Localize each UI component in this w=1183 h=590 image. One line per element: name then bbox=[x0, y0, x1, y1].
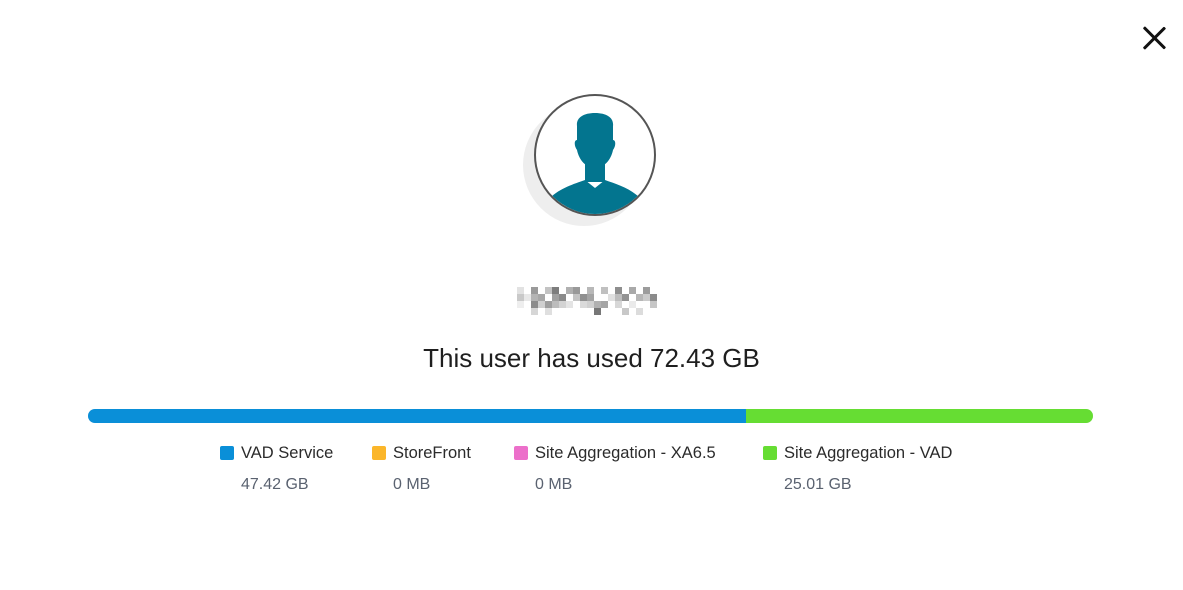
legend-swatch bbox=[372, 446, 386, 460]
username-redacted bbox=[515, 287, 657, 316]
bar-segment-vad-service bbox=[88, 409, 746, 423]
usage-legend: VAD Service 47.42 GB StoreFront 0 MB Sit… bbox=[0, 443, 1183, 503]
legend-label: Site Aggregation - VAD bbox=[784, 443, 953, 462]
user-avatar bbox=[522, 94, 662, 230]
bar-segment-site-aggregation-vad bbox=[745, 409, 1093, 423]
user-silhouette-icon bbox=[534, 94, 656, 216]
legend-item-vad-service: VAD Service 47.42 GB bbox=[220, 443, 333, 494]
legend-swatch bbox=[763, 446, 777, 460]
legend-value: 0 MB bbox=[393, 476, 431, 493]
legend-value: 0 MB bbox=[535, 476, 573, 493]
legend-label: VAD Service bbox=[241, 443, 334, 462]
legend-swatch bbox=[514, 446, 528, 460]
close-icon[interactable] bbox=[1138, 22, 1170, 54]
legend-value: 25.01 GB bbox=[784, 476, 852, 493]
legend-item-site-aggregation-xa65: Site Aggregation - XA6.5 0 MB bbox=[514, 443, 716, 494]
legend-swatch bbox=[220, 446, 234, 460]
legend-label: Site Aggregation - XA6.5 bbox=[535, 443, 716, 462]
legend-item-site-aggregation-vad: Site Aggregation - VAD 25.01 GB bbox=[763, 443, 952, 494]
legend-item-storefront: StoreFront 0 MB bbox=[372, 443, 471, 494]
legend-label: StoreFront bbox=[393, 443, 471, 462]
usage-summary: This user has used 72.43 GB bbox=[423, 343, 760, 373]
legend-value: 47.42 GB bbox=[241, 476, 309, 493]
usage-progress-bar bbox=[88, 409, 1093, 423]
